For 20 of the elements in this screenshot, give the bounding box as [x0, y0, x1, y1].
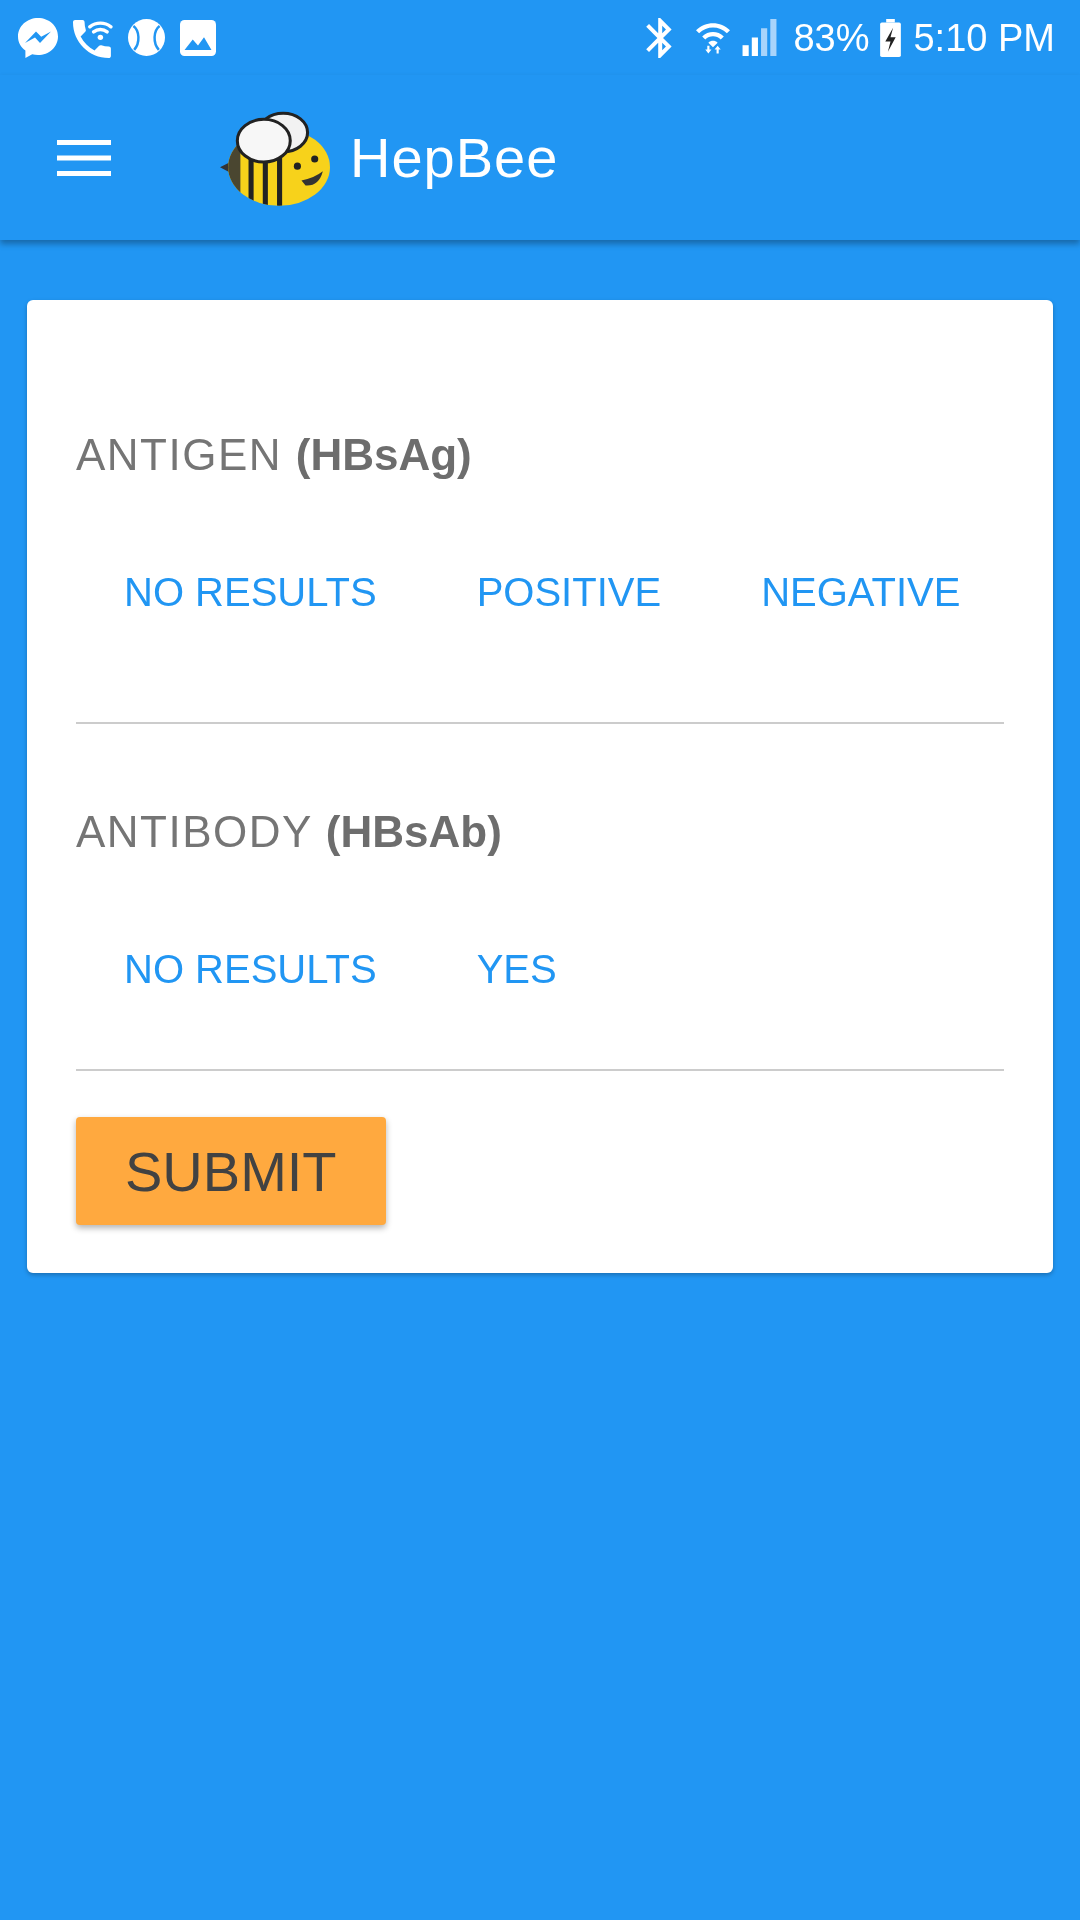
battery-percentage: 83%	[793, 15, 870, 60]
option-button[interactable]: YES	[476, 944, 557, 994]
option-button[interactable]: NEGATIVE	[761, 567, 961, 617]
status-time: 5:10 PM	[913, 15, 1055, 60]
bluetooth-icon	[646, 17, 673, 58]
option-button[interactable]: POSITIVE	[476, 567, 662, 617]
submit-button[interactable]: SUBMIT	[76, 1117, 386, 1225]
wifi-icon	[696, 21, 731, 54]
section-label: ANTIBODY (HBsAb)	[76, 806, 503, 858]
signal-icon	[741, 19, 779, 56]
image-icon	[180, 19, 216, 56]
option-button[interactable]: NO RESULTS	[124, 944, 377, 994]
battery-charging-icon	[880, 18, 902, 57]
ball-icon	[128, 19, 165, 56]
app-title: HepBee	[350, 124, 559, 191]
chat-bubble-icon	[18, 17, 58, 58]
menu-icon[interactable]	[57, 139, 111, 176]
phone-wifi-icon	[73, 17, 113, 58]
option-button[interactable]: NO RESULTS	[124, 567, 377, 617]
section-label: ANTIGEN (HBsAg)	[76, 429, 473, 481]
